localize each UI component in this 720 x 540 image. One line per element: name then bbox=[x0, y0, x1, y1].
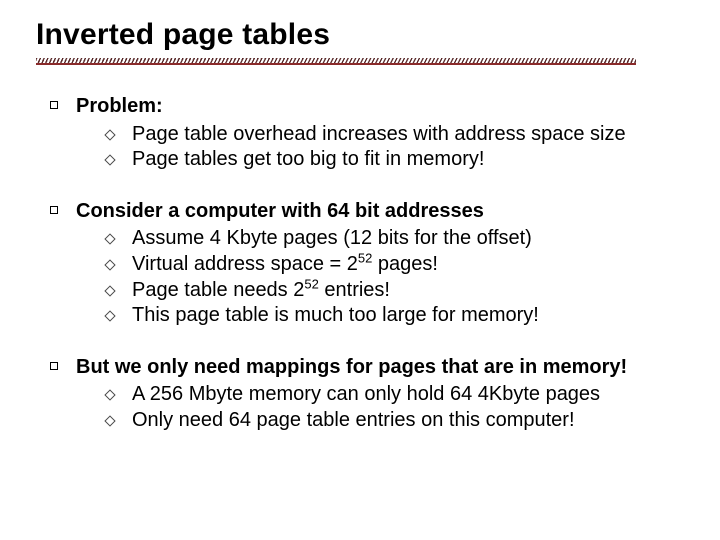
sub-list: Assume 4 Kbyte pages (12 bits for the of… bbox=[76, 226, 684, 328]
item-text: Page table overhead increases with addre… bbox=[132, 123, 626, 145]
item-sup: 52 bbox=[358, 250, 372, 265]
sub-list: A 256 Mbyte memory can only hold 64 4Kby… bbox=[76, 382, 684, 433]
list-item: Page table needs 252 entries! bbox=[106, 278, 684, 304]
bullet-list: Problem: Page table overhead increases w… bbox=[36, 94, 684, 434]
item-pre: Virtual address space = 2 bbox=[132, 253, 358, 275]
item-text: A 256 Mbyte memory can only hold 64 4Kby… bbox=[132, 383, 600, 405]
slide-title: Inverted page tables bbox=[36, 18, 684, 52]
item-pre: Page table needs 2 bbox=[132, 279, 304, 301]
section-but: But we only need mappings for pages that… bbox=[50, 355, 684, 434]
item-sup: 52 bbox=[304, 276, 318, 291]
item-post: entries! bbox=[319, 279, 390, 301]
slide: Inverted page tables Problem: Page table… bbox=[0, 0, 720, 540]
title-rule bbox=[36, 58, 684, 70]
list-item: This page table is much too large for me… bbox=[106, 303, 684, 329]
list-item: Assume 4 Kbyte pages (12 bits for the of… bbox=[106, 226, 684, 252]
section-lead: Consider a computer with 64 bit addresse… bbox=[76, 200, 484, 222]
rule-solid bbox=[36, 63, 636, 65]
list-item: Virtual address space = 252 pages! bbox=[106, 252, 684, 278]
item-text: This page table is much too large for me… bbox=[132, 304, 539, 326]
list-item: A 256 Mbyte memory can only hold 64 4Kby… bbox=[106, 382, 684, 408]
sub-list: Page table overhead increases with addre… bbox=[76, 122, 684, 173]
list-item: Only need 64 page table entries on this … bbox=[106, 408, 684, 434]
section-problem: Problem: Page table overhead increases w… bbox=[50, 94, 684, 173]
item-text: Page tables get too big to fit in memory… bbox=[132, 148, 484, 170]
item-text: Only need 64 page table entries on this … bbox=[132, 409, 575, 431]
section-consider: Consider a computer with 64 bit addresse… bbox=[50, 199, 684, 329]
list-item: Page tables get too big to fit in memory… bbox=[106, 147, 684, 173]
section-lead: Problem: bbox=[76, 95, 163, 117]
item-post: pages! bbox=[372, 253, 438, 275]
section-lead: But we only need mappings for pages that… bbox=[76, 356, 627, 378]
list-item: Page table overhead increases with addre… bbox=[106, 122, 684, 148]
item-text: Assume 4 Kbyte pages (12 bits for the of… bbox=[132, 227, 532, 249]
